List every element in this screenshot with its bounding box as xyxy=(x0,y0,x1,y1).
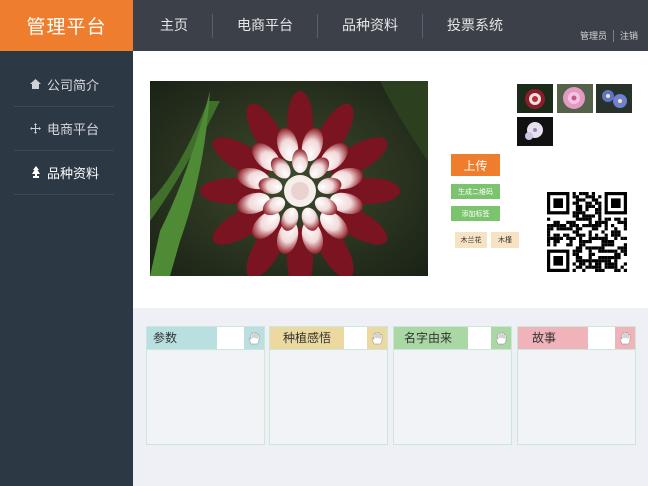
generate-qr-button[interactable]: 生成二维码 xyxy=(451,184,500,199)
card-name-origin: 名字由来 xyxy=(393,326,512,445)
thumbnail-gallery xyxy=(517,82,632,179)
qr-code-image xyxy=(547,192,627,272)
sidebar-item-label: 品种资料 xyxy=(46,166,99,182)
card-title: 名字由来 xyxy=(394,327,468,349)
tree-icon xyxy=(29,166,43,178)
sidebar-item-varieties[interactable]: 品种资料 xyxy=(14,150,114,195)
content-header-strip xyxy=(133,51,648,64)
nav-home[interactable]: 主页 xyxy=(133,14,212,38)
main-nav: 主页 电商平台 品种资料 投票系统 xyxy=(133,0,527,51)
card-title: 参数 xyxy=(147,327,217,349)
thumbnail-3[interactable] xyxy=(596,84,632,113)
tag-chip[interactable]: 木槿 xyxy=(491,232,519,248)
hand-icon[interactable] xyxy=(491,327,511,349)
flower-photo-image xyxy=(150,81,428,276)
home-icon xyxy=(29,79,43,89)
hand-icon[interactable] xyxy=(615,327,635,349)
card-story: 故事 xyxy=(517,326,636,445)
upload-button[interactable]: 上传 xyxy=(451,154,500,176)
card-header: 名字由来 xyxy=(394,327,511,350)
card-header: 种植感悟 xyxy=(270,327,387,350)
card-planting: 种植感悟 xyxy=(269,326,388,445)
user-name-link[interactable]: 管理员 xyxy=(580,29,607,42)
nav-ecommerce[interactable]: 电商平台 xyxy=(212,13,317,38)
add-tag-button[interactable]: 添加标签 xyxy=(451,206,500,221)
sidebar-item-company[interactable]: 公司简介 xyxy=(14,62,114,107)
card-params: 参数 xyxy=(146,326,265,445)
thumbnail-1[interactable] xyxy=(517,84,553,113)
move-icon xyxy=(29,122,43,134)
card-title: 种植感悟 xyxy=(270,327,344,349)
sidebar-item-label: 公司简介 xyxy=(46,78,99,94)
qr-code xyxy=(543,189,631,276)
thumbnail-4[interactable] xyxy=(517,117,553,146)
hand-icon[interactable] xyxy=(367,327,387,349)
thumbnail-2[interactable] xyxy=(557,84,593,113)
card-header: 参数 xyxy=(147,327,264,350)
app-logo-title: 管理平台 xyxy=(0,0,133,51)
sidebar-item-label: 电商平台 xyxy=(46,122,99,138)
tag-chip[interactable]: 木兰花 xyxy=(455,232,487,248)
user-divider xyxy=(612,29,614,42)
nav-voting[interactable]: 投票系统 xyxy=(422,13,527,38)
hand-icon[interactable] xyxy=(244,327,264,349)
nav-varieties[interactable]: 品种资料 xyxy=(317,13,422,38)
sidebar-item-ecommerce[interactable]: 电商平台 xyxy=(14,106,114,151)
logout-link[interactable]: 注销 xyxy=(620,29,638,42)
card-header: 故事 xyxy=(518,327,635,350)
card-title: 故事 xyxy=(518,327,588,349)
sidebar: 公司简介 电商平台 品种资料 xyxy=(0,51,133,486)
flower-photo xyxy=(150,81,428,276)
top-navigation-bar: 主页 电商平台 品种资料 投票系统 xyxy=(133,0,648,51)
